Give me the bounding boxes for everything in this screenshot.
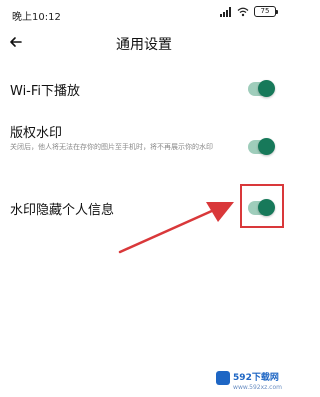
toggle-knob	[258, 80, 275, 97]
battery-indicator: 75	[254, 6, 278, 17]
setting-label-copyright-watermark: 版权水印	[10, 126, 63, 141]
status-time: 晚上10:12	[12, 12, 61, 23]
setting-label-wifi-playback: Wi-Fi下播放	[10, 84, 81, 99]
copyright-watermark-toggle[interactable]	[248, 138, 275, 155]
wifi-icon	[237, 7, 249, 16]
status-icons: 75	[220, 6, 278, 17]
annotation-highlight-box	[240, 184, 284, 228]
signal-icon	[220, 6, 231, 17]
status-bar: 晚上10:12 75	[0, 0, 288, 26]
site-watermark: 592下载网 www.592xz.com	[216, 365, 282, 391]
setting-row-wifi-playback: Wi-Fi下播放	[0, 76, 288, 102]
setting-description-copyright-watermark: 关闭后，他人将无法在存你的图片至手机时，将不再展示你的水印	[10, 143, 213, 151]
page-title: 通用设置	[116, 37, 172, 53]
site-url: www.592xz.com	[233, 384, 282, 391]
site-name: 592下载网	[233, 373, 279, 383]
toggle-knob	[258, 138, 275, 155]
setting-label-hide-personal-info: 水印隐藏个人信息	[10, 203, 115, 218]
setting-row-copyright-watermark: 版权水印 关闭后，他人将无法在存你的图片至手机时，将不再展示你的水印	[0, 122, 288, 172]
site-watermark-text: 592下载网 www.592xz.com	[233, 365, 282, 392]
wifi-playback-toggle[interactable]	[248, 80, 275, 97]
site-logo-icon	[216, 371, 231, 385]
page-header: 通用设置	[0, 26, 288, 62]
